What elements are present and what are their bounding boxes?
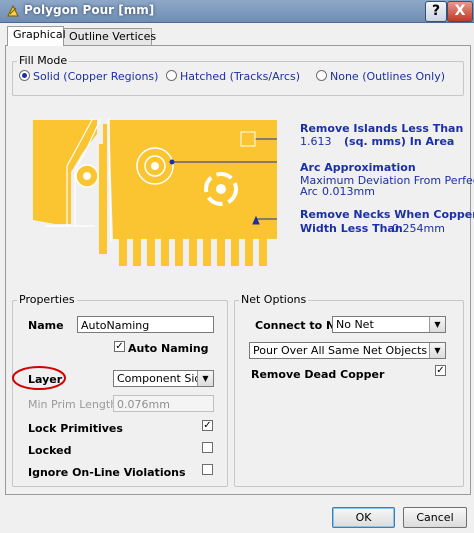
- properties-label: Properties: [17, 293, 77, 306]
- radio-solid-label: Solid (Copper Regions): [33, 70, 159, 83]
- ok-button[interactable]: OK: [332, 507, 395, 528]
- name-input[interactable]: AutoNaming: [77, 316, 214, 333]
- remove-islands-unit: (sq. mms) In Area: [344, 135, 455, 148]
- tab-outline-vertices[interactable]: Outline Vertices: [63, 28, 156, 46]
- connect-to-net-value: No Net: [336, 318, 374, 331]
- remove-islands-title: Remove Islands Less Than: [300, 122, 464, 135]
- radio-none-indicator[interactable]: [316, 70, 327, 81]
- chevron-down-icon[interactable]: ▼: [197, 371, 213, 386]
- window-title: Polygon Pour [mm]: [24, 3, 155, 17]
- ignore-violations-checkbox[interactable]: [202, 464, 213, 475]
- arc-approx-value[interactable]: 0.013mm: [322, 185, 375, 198]
- fill-mode-label: Fill Mode: [17, 54, 70, 67]
- lock-primitives-label: Lock Primitives: [28, 422, 123, 435]
- remove-dead-copper-checkbox[interactable]: ✓: [435, 365, 446, 376]
- locked-label: Locked: [28, 444, 72, 457]
- lock-primitives-checkbox[interactable]: ✓: [202, 420, 213, 431]
- layer-select-value: Component Side: [117, 372, 209, 385]
- copper-region: [33, 120, 277, 266]
- title-bar: Polygon Pour [mm] ? X: [0, 0, 474, 23]
- connect-to-net-select[interactable]: No Net ▼: [332, 316, 446, 333]
- close-button[interactable]: X: [447, 1, 473, 22]
- ignore-violations-label: Ignore On-Line Violations: [28, 466, 186, 479]
- chevron-down-icon[interactable]: ▼: [429, 317, 445, 332]
- radio-none-label: None (Outlines Only): [330, 70, 445, 83]
- chevron-down-icon[interactable]: ▼: [429, 343, 445, 358]
- radio-hatched[interactable]: Hatched (Tracks/Arcs): [166, 70, 300, 83]
- arc-approx-title: Arc Approximation: [300, 161, 416, 174]
- red-annotation-circle: [12, 366, 66, 390]
- pour-mode-select[interactable]: Pour Over All Same Net Objects ▼: [249, 342, 446, 359]
- auto-naming-checkbox[interactable]: ✓: [114, 341, 125, 352]
- remove-necks-value[interactable]: 0.254mm: [392, 222, 445, 235]
- remove-necks-title-1: Remove Necks When Copper: [300, 208, 474, 221]
- layer-select[interactable]: Component Side ▼: [113, 370, 214, 387]
- remove-islands-value[interactable]: 1.613: [300, 135, 332, 148]
- radio-hatched-indicator[interactable]: [166, 70, 177, 81]
- remove-dead-copper-label: Remove Dead Copper: [251, 368, 385, 381]
- locked-checkbox[interactable]: [202, 442, 213, 453]
- help-button[interactable]: ?: [425, 1, 447, 22]
- polygon-pour-diagram: [33, 117, 277, 266]
- arc-approx-desc-2: Arc: [300, 185, 318, 198]
- cancel-button[interactable]: Cancel: [403, 507, 467, 528]
- pour-mode-value: Pour Over All Same Net Objects: [253, 344, 428, 357]
- remove-necks-title-2: Width Less Than: [300, 222, 403, 235]
- radio-solid[interactable]: Solid (Copper Regions): [19, 70, 158, 83]
- polygon-pour-icon: [7, 4, 19, 17]
- radio-hatched-label: Hatched (Tracks/Arcs): [180, 70, 300, 83]
- auto-naming-label: Auto Naming: [128, 342, 209, 355]
- min-prim-length-label: Min Prim Length: [28, 398, 118, 411]
- tab-graphical[interactable]: Graphical: [7, 26, 66, 46]
- radio-none[interactable]: None (Outlines Only): [316, 70, 445, 83]
- net-options-label: Net Options: [239, 293, 309, 306]
- min-prim-length-input: 0.076mm: [113, 395, 214, 412]
- name-label: Name: [28, 319, 64, 332]
- radio-solid-indicator[interactable]: [19, 70, 30, 81]
